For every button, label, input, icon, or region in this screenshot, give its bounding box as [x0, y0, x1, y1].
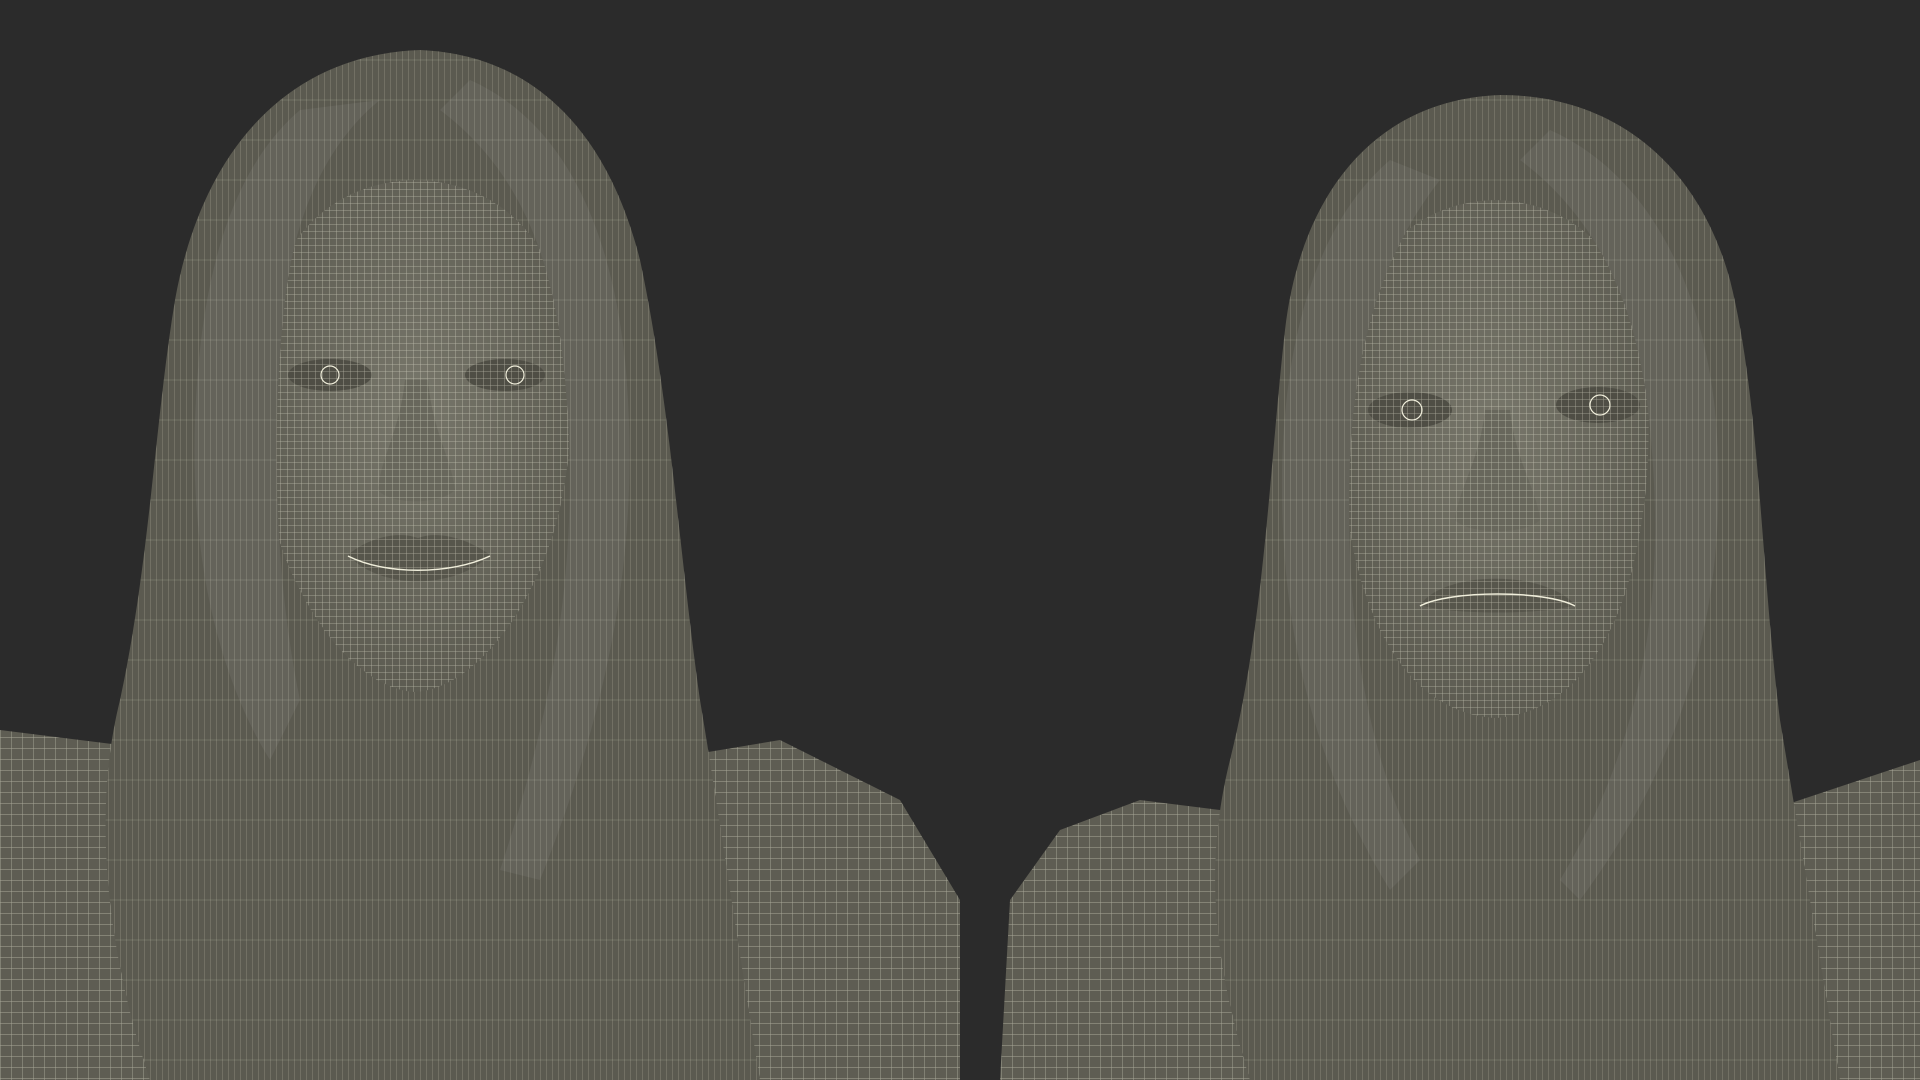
- wireframe-render-viewport: [0, 0, 1920, 1080]
